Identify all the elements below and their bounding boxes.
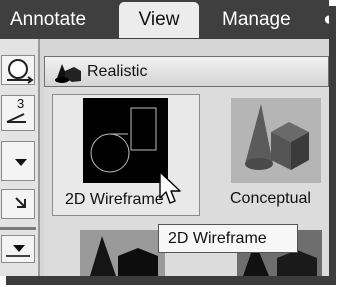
visual-style-thumbnail-icon[interactable]	[80, 230, 165, 276]
gallery-item-label: 2D Wireframe	[65, 191, 164, 208]
panel-shadow	[6, 276, 336, 285]
current-visual-style: Realistic	[87, 63, 148, 80]
expand-dropdown-button[interactable]	[1, 141, 35, 181]
gallery-item-conceptual[interactable]: Conceptual	[230, 98, 321, 216]
divider	[0, 227, 36, 230]
gallery-item-label: Conceptual	[230, 190, 311, 207]
conceptual-thumbnail-icon	[231, 98, 321, 183]
view-tool-strip: 3	[0, 39, 40, 276]
panel-shadow	[329, 6, 336, 284]
panel-launcher-button[interactable]	[1, 189, 35, 219]
arrow-diagonal-icon	[15, 197, 26, 208]
tooltip: 2D Wireframe	[158, 224, 298, 253]
mouse-pointer-icon	[159, 171, 181, 204]
tab-manage[interactable]: Manage	[222, 2, 291, 38]
tool-label: 3	[17, 96, 24, 111]
tab-view[interactable]: View	[119, 2, 199, 38]
tab-overflow-icon[interactable]: ◖	[321, 2, 329, 38]
axis-icon: 3	[6, 96, 26, 123]
tab-annotate[interactable]: Annotate	[10, 2, 86, 38]
triangle-down-icon	[15, 159, 27, 166]
triangle-down-icon	[6, 245, 30, 257]
realistic-style-icon	[55, 64, 81, 83]
wireframe-thumbnail-icon	[83, 98, 168, 183]
visual-style-dropdown[interactable]: Realistic	[44, 56, 329, 87]
scroll-dropdown-button[interactable]	[1, 235, 35, 263]
ribbon-tab-bar: Annotate View Manage ◖	[0, 0, 329, 39]
orbit-tool-button[interactable]	[1, 55, 35, 85]
orbit-icon	[7, 59, 34, 84]
visual-styles-panel: Annotate View Manage ◖ 3 Realistic 2D Wi…	[0, 0, 329, 276]
coordinates-tool-button[interactable]: 3	[1, 95, 35, 131]
